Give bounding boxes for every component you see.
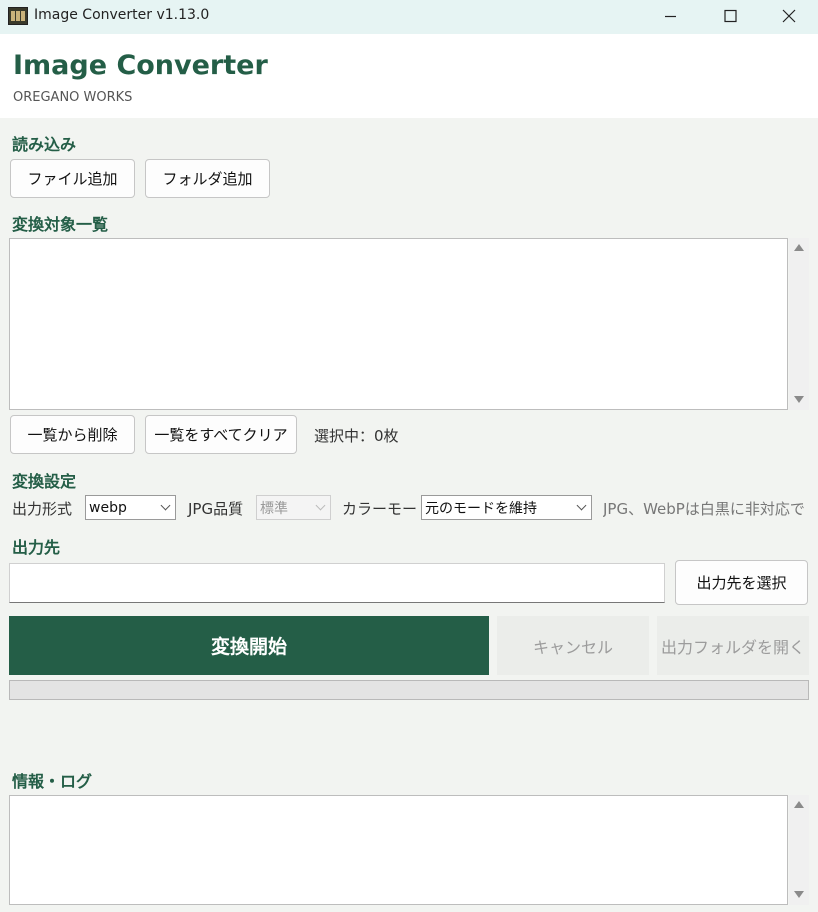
format-select[interactable]: webp bbox=[85, 495, 176, 520]
settings-section-label: 変換設定 bbox=[12, 472, 77, 491]
log-section-label: 情報・ログ bbox=[12, 772, 93, 791]
format-note: JPG、WebPは白黒に非対応で bbox=[603, 500, 805, 518]
format-value: webp bbox=[89, 499, 127, 516]
log-scrollbar[interactable] bbox=[789, 795, 809, 905]
scroll-up-icon[interactable] bbox=[794, 244, 804, 251]
app-icon bbox=[8, 7, 28, 25]
minimize-icon bbox=[665, 15, 676, 18]
scroll-up-icon[interactable] bbox=[794, 801, 804, 808]
window-title: Image Converter v1.13.0 bbox=[34, 7, 210, 23]
output-path-input[interactable] bbox=[9, 563, 665, 603]
log-textbox[interactable] bbox=[9, 795, 788, 905]
file-list[interactable] bbox=[9, 238, 788, 410]
app-name: Image Converter bbox=[13, 50, 268, 81]
open-output-folder-button: 出力フォルダを開く bbox=[657, 616, 809, 675]
format-label: 出力形式 bbox=[12, 500, 73, 518]
remove-from-list-button[interactable]: 一覧から削除 bbox=[10, 415, 135, 454]
color-mode-label: カラーモード bbox=[342, 500, 433, 518]
selection-status: 選択中：0枚 bbox=[314, 427, 399, 445]
quality-value: 標準 bbox=[260, 500, 288, 517]
chevron-down-icon bbox=[576, 500, 587, 511]
quality-label: JPG品質 bbox=[188, 500, 244, 518]
maximize-button[interactable] bbox=[701, 0, 759, 34]
close-icon bbox=[782, 9, 796, 23]
start-conversion-button[interactable]: 変換開始 bbox=[9, 616, 489, 675]
company-name: OREGANO WORKS bbox=[13, 90, 133, 105]
title-bar: Image Converter v1.13.0 bbox=[0, 0, 818, 34]
chevron-down-icon bbox=[160, 500, 171, 511]
output-section-label: 出力先 bbox=[12, 538, 61, 557]
close-button[interactable] bbox=[760, 0, 818, 34]
select-output-button[interactable]: 出力先を選択 bbox=[675, 560, 808, 605]
maximize-icon bbox=[724, 9, 737, 23]
list-section-label: 変換対象一覧 bbox=[12, 215, 109, 234]
clear-list-button[interactable]: 一覧をすべてクリア bbox=[145, 415, 297, 454]
cancel-button: キャンセル bbox=[497, 616, 649, 675]
quality-select: 標準 bbox=[256, 495, 331, 520]
color-mode-value: 元のモードを維持 bbox=[425, 500, 537, 517]
chevron-down-icon bbox=[315, 500, 326, 511]
scroll-down-icon[interactable] bbox=[794, 396, 804, 403]
color-mode-select[interactable]: 元のモードを維持 bbox=[421, 495, 592, 520]
import-section-label: 読み込み bbox=[12, 135, 77, 154]
app-header: Image Converter OREGANO WORKS bbox=[0, 34, 818, 118]
minimize-button[interactable] bbox=[641, 0, 699, 34]
add-folder-button[interactable]: フォルダ追加 bbox=[145, 159, 270, 198]
add-file-button[interactable]: ファイル追加 bbox=[10, 159, 135, 198]
scroll-down-icon[interactable] bbox=[794, 891, 804, 898]
file-list-scrollbar[interactable] bbox=[789, 238, 809, 410]
progress-bar bbox=[9, 680, 809, 700]
